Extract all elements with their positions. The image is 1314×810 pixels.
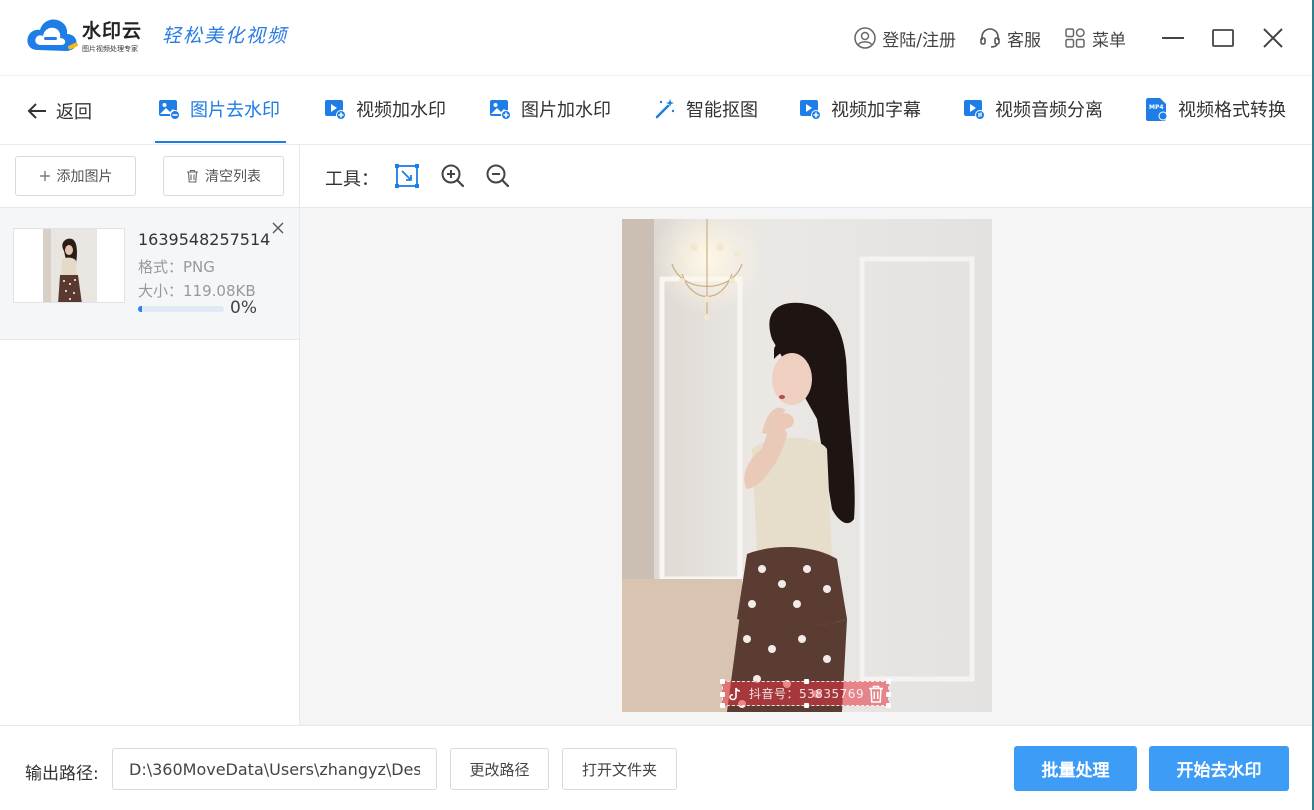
resize-handle[interactable] bbox=[886, 703, 891, 708]
file-name: 1639548257514 bbox=[138, 230, 271, 249]
tiktok-icon bbox=[729, 687, 741, 700]
trash-icon bbox=[187, 169, 198, 183]
watermark-text: 抖音号：53835769 bbox=[749, 687, 865, 701]
output-path-input[interactable] bbox=[112, 748, 437, 790]
tab-label: 视频格式转换 bbox=[1178, 100, 1286, 121]
brand-name: 水印云 bbox=[82, 20, 143, 42]
magic-wand-icon bbox=[655, 99, 675, 119]
maximize-button[interactable] bbox=[1198, 20, 1248, 56]
file-list-toolbar: 添加图片 清空列表 bbox=[0, 145, 299, 208]
resize-handle[interactable] bbox=[720, 692, 725, 697]
close-icon bbox=[1263, 28, 1283, 48]
watermark-selection[interactable]: 抖音号：53835769 bbox=[720, 679, 891, 708]
app-window: 水印云 图片视频处理专家 轻松美化视频 登陆/注册 客服 菜单 返回 图片去水印… bbox=[0, 0, 1314, 810]
output-path-label: 输出路径: bbox=[25, 764, 99, 784]
clear-list-label: 清空列表 bbox=[205, 169, 261, 185]
headset-icon bbox=[980, 28, 1000, 48]
add-image-label: 添加图片 bbox=[56, 169, 113, 185]
slogan: 轻松美化视频 bbox=[162, 25, 289, 47]
menu-link[interactable]: 菜单 bbox=[1063, 26, 1126, 51]
active-tab-indicator bbox=[155, 141, 286, 143]
resize-handle[interactable] bbox=[886, 692, 891, 697]
menu-label: 菜单 bbox=[1092, 30, 1126, 51]
delete-selection-icon[interactable] bbox=[866, 684, 886, 704]
file-list-item[interactable]: 1639548257514 格式：PNG 大小：119.08KB 0% bbox=[0, 208, 299, 340]
tab-label: 图片去水印 bbox=[190, 100, 280, 121]
minimize-button[interactable] bbox=[1148, 20, 1198, 56]
zoom-in-tool[interactable] bbox=[439, 162, 467, 190]
login-link[interactable]: 登陆/注册 bbox=[853, 26, 956, 51]
resize-handle[interactable] bbox=[804, 679, 809, 684]
tab-image-add-watermark[interactable]: 图片加水印 bbox=[488, 96, 611, 122]
remove-file-icon[interactable] bbox=[270, 220, 286, 236]
tab-image-watermark-remove[interactable]: 图片去水印 bbox=[157, 96, 280, 122]
titlebar-actions: 登陆/注册 客服 菜单 bbox=[853, 20, 1312, 56]
zoom-out-icon bbox=[486, 164, 510, 188]
file-list-panel: 添加图片 清空列表 1639548257514 格式：PNG 大小：119.08… bbox=[0, 145, 300, 725]
user-circle-icon bbox=[854, 27, 877, 49]
image-add-icon bbox=[490, 100, 511, 120]
svg-text:MP4: MP4 bbox=[1149, 104, 1164, 111]
feature-nav: 返回 图片去水印 视频加水印 图片加水印 智能抠图 视频加字幕 视频音频分离 M… bbox=[0, 76, 1312, 145]
brand: 水印云 图片视频处理专家 bbox=[82, 16, 142, 54]
service-link[interactable]: 客服 bbox=[978, 26, 1041, 51]
clear-list-button[interactable]: 清空列表 bbox=[163, 156, 284, 196]
title-bar: 水印云 图片视频处理专家 轻松美化视频 登陆/注册 客服 菜单 bbox=[0, 0, 1312, 76]
tab-video-audio-split[interactable]: 视频音频分离 bbox=[962, 96, 1103, 122]
tab-label: 图片加水印 bbox=[521, 100, 611, 121]
start-remove-watermark-button[interactable]: 开始去水印 bbox=[1149, 746, 1289, 791]
select-area-tool[interactable] bbox=[393, 162, 421, 190]
preview-canvas: 抖音号：53835769 bbox=[300, 208, 1312, 725]
video-audio-icon bbox=[964, 100, 985, 120]
minimize-icon bbox=[1162, 37, 1184, 39]
brand-subtitle: 图片视频处理专家 bbox=[82, 45, 138, 53]
tab-video-format-convert[interactable]: MP4 视频格式转换 bbox=[1145, 96, 1286, 122]
select-box-icon bbox=[395, 164, 419, 188]
progress-fill bbox=[138, 306, 143, 312]
tab-label: 视频音频分离 bbox=[995, 100, 1103, 121]
open-folder-button[interactable]: 打开文件夹 bbox=[562, 748, 677, 790]
tab-label: 视频加水印 bbox=[356, 100, 446, 121]
tools-label: 工具： bbox=[325, 169, 379, 190]
video-add-icon bbox=[325, 100, 346, 120]
file-thumbnail bbox=[13, 228, 125, 303]
resize-handle[interactable] bbox=[886, 679, 891, 684]
zoom-out-tool[interactable] bbox=[484, 162, 512, 190]
login-label: 登陆/注册 bbox=[882, 30, 956, 51]
plus-icon bbox=[39, 171, 50, 181]
tools-bar: 工具： bbox=[300, 145, 1312, 208]
close-button[interactable] bbox=[1248, 20, 1298, 56]
resize-handle[interactable] bbox=[804, 703, 809, 708]
add-image-button[interactable]: 添加图片 bbox=[15, 156, 136, 196]
tab-label: 视频加字幕 bbox=[831, 100, 921, 121]
resize-handle[interactable] bbox=[720, 679, 725, 684]
change-path-button[interactable]: 更改路径 bbox=[450, 748, 549, 790]
tab-label: 智能抠图 bbox=[686, 100, 758, 121]
tab-video-add-watermark[interactable]: 视频加水印 bbox=[323, 96, 446, 122]
arrow-left-icon bbox=[27, 103, 46, 119]
grid-icon bbox=[1065, 28, 1085, 48]
back-button[interactable]: 返回 bbox=[26, 98, 92, 124]
file-format: 格式：PNG bbox=[138, 258, 215, 276]
progress-bar bbox=[138, 306, 224, 312]
tab-video-subtitle[interactable]: 视频加字幕 bbox=[798, 96, 921, 122]
video-subtitle-icon bbox=[800, 100, 821, 120]
mp4-file-icon: MP4 bbox=[1146, 98, 1168, 121]
preview-image[interactable]: 抖音号：53835769 bbox=[622, 219, 992, 712]
service-label: 客服 bbox=[1007, 30, 1041, 51]
zoom-in-icon bbox=[441, 164, 465, 188]
maximize-icon bbox=[1212, 29, 1234, 47]
tab-smart-cutout[interactable]: 智能抠图 bbox=[653, 96, 758, 122]
progress-text: 0% bbox=[230, 298, 257, 318]
output-bar: 输出路径: 更改路径 打开文件夹 批量处理 开始去水印 bbox=[0, 725, 1312, 810]
batch-process-button[interactable]: 批量处理 bbox=[1014, 746, 1137, 791]
cloud-logo-icon bbox=[27, 19, 79, 51]
image-remove-icon bbox=[159, 100, 180, 120]
back-label: 返回 bbox=[56, 102, 92, 123]
resize-handle[interactable] bbox=[720, 703, 725, 708]
